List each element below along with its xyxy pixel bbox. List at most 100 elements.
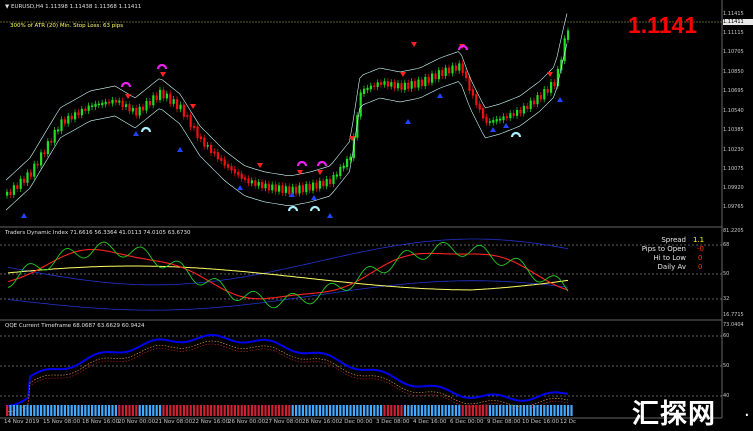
candle-body — [60, 119, 63, 132]
histogram-bar — [325, 405, 328, 416]
stat-daily-av-value: 0 — [698, 263, 703, 271]
histogram-bar — [165, 405, 168, 416]
candle-body — [369, 85, 372, 90]
candle-body — [108, 101, 111, 104]
chart-canvas[interactable] — [0, 0, 753, 431]
histogram-bar — [386, 405, 389, 416]
histogram-bar — [43, 405, 46, 416]
histogram-bar — [499, 405, 502, 416]
candle-body — [74, 112, 77, 120]
time-axis-label: 10 Dec 16:00 — [522, 419, 559, 425]
candle-body — [434, 73, 437, 80]
histogram-bar — [526, 405, 529, 416]
histogram-bar — [298, 405, 301, 416]
candle-body — [499, 118, 502, 121]
candle-body — [359, 92, 362, 117]
histogram-bar — [77, 405, 80, 416]
tdi-market-base-line — [7, 265, 569, 291]
histogram-bar — [216, 405, 219, 416]
candle-body — [410, 81, 413, 89]
candle-body — [488, 121, 491, 123]
candle-body — [233, 169, 236, 174]
time-axis-label: 14 Nov 2019 — [4, 419, 40, 425]
candle-body — [522, 105, 525, 114]
time-axis-label: 18 Nov 16:00 — [82, 419, 120, 425]
candle-body — [465, 71, 468, 79]
histogram-bar — [444, 405, 447, 416]
qqe-indicator-header: QQE Current Timeframe 68.0687 63.6629 60… — [5, 323, 145, 329]
histogram-bar — [516, 405, 519, 416]
candle-body — [182, 104, 185, 117]
candle-body — [492, 120, 495, 123]
candlestick-series — [6, 27, 570, 199]
histogram-bar — [101, 405, 104, 416]
qqe-rsi-line — [7, 333, 569, 407]
histogram-bar — [509, 405, 512, 416]
histogram-bar — [380, 405, 383, 416]
histogram-bar — [84, 405, 87, 416]
histogram-bar — [424, 405, 427, 416]
histogram-bar — [485, 405, 488, 416]
sell-arrow-icon — [257, 163, 263, 168]
sell-arrow-icon — [125, 94, 131, 99]
histogram-bar — [369, 405, 372, 416]
time-axis-label: 12 Dc — [560, 419, 577, 425]
histogram-bar — [36, 405, 39, 416]
candle-body — [308, 184, 311, 191]
time-axis-label: 28 Nov 16:00 — [302, 419, 340, 425]
histogram-bar — [233, 405, 236, 416]
histogram-bar — [223, 405, 226, 416]
mt4-chart-window[interactable]: ▼ EURUSD,H4 1.11398 1.11438 1.11368 1.11… — [0, 0, 753, 431]
histogram-bar — [40, 405, 43, 416]
histogram-bar — [505, 405, 508, 416]
time-axis-label: 6 Dec 00:00 — [450, 419, 484, 425]
histogram-bar — [553, 405, 556, 416]
stat-pips-to-open-value: -0 — [697, 245, 704, 253]
watermark-logo: 汇探网 — [632, 399, 716, 430]
histogram-bar — [295, 405, 298, 416]
histogram-bar — [57, 405, 60, 416]
histogram-bar — [431, 405, 434, 416]
candle-body — [264, 183, 267, 189]
histogram-bar — [414, 405, 417, 416]
sell-arrow-icon — [400, 72, 406, 77]
histogram-bar — [210, 405, 213, 416]
buy-arrow-icon — [311, 195, 317, 200]
histogram-bar — [563, 405, 566, 416]
histogram-bar — [522, 405, 525, 416]
histogram-bar — [220, 405, 223, 416]
candle-body — [203, 137, 206, 147]
candle-body — [186, 115, 189, 117]
candle-body — [444, 67, 447, 76]
candle-body — [475, 94, 478, 106]
buy-arrow-icon — [405, 119, 411, 124]
candle-body — [152, 95, 155, 106]
time-axis-label: 22 Nov 16:00 — [192, 419, 230, 425]
histogram-bar — [488, 405, 491, 416]
histogram-bar — [376, 405, 379, 416]
histogram-bar — [315, 405, 318, 416]
histogram-bar — [97, 405, 100, 416]
candle-body — [244, 177, 247, 180]
histogram-bar — [247, 405, 250, 416]
histogram-bar — [454, 405, 457, 416]
histogram-bar — [182, 405, 185, 416]
histogram-bar — [206, 405, 209, 416]
histogram-bar — [529, 405, 532, 416]
candle-body — [298, 185, 301, 194]
price-axis-label: 1.11415 — [723, 11, 744, 17]
candle-body — [121, 100, 124, 107]
candle-body — [220, 157, 223, 161]
histogram-bar — [550, 405, 553, 416]
histogram-bar — [492, 405, 495, 416]
candle-body — [376, 82, 379, 88]
candle-body — [159, 89, 162, 100]
candle-body — [267, 183, 270, 191]
histogram-bar — [475, 405, 478, 416]
histogram-bar — [114, 405, 117, 416]
candle-body — [339, 166, 342, 177]
sell-arrow-icon — [160, 72, 166, 77]
horseshoe-up-icon — [287, 205, 299, 212]
histogram-bar — [162, 405, 165, 416]
histogram-bar — [104, 405, 107, 416]
